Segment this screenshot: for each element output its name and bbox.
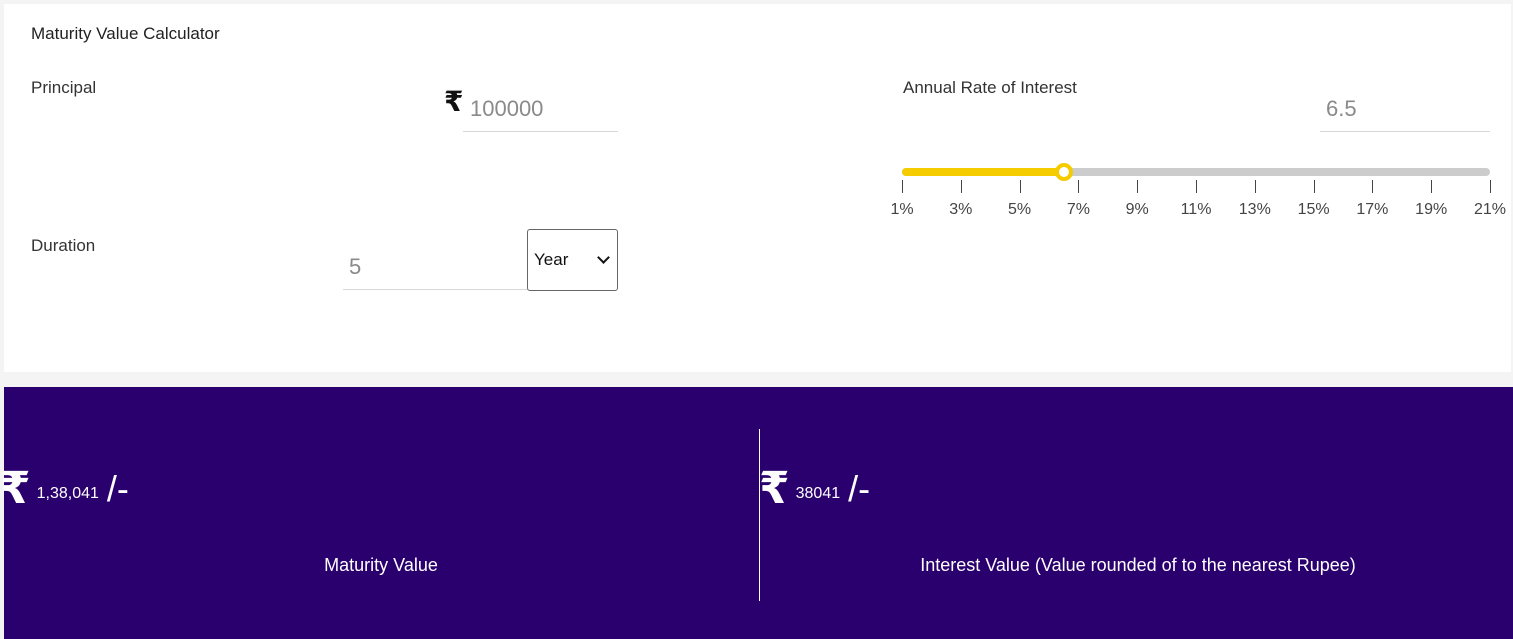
interest-value: 38041 — [795, 485, 841, 502]
slider-tick-label: 11% — [1180, 201, 1212, 218]
slider-tick — [1196, 180, 1197, 193]
slider-tick — [1019, 180, 1021, 193]
slider-tick — [960, 180, 962, 193]
slider-tick-label: 13% — [1238, 201, 1271, 218]
duration-unit-value: Year — [534, 250, 569, 269]
slider-tick-label: 15% — [1297, 201, 1330, 218]
duration-unit-select[interactable]: Year — [527, 229, 618, 291]
rate-label: Annual Rate of Interest — [903, 78, 1077, 97]
rupee-icon: ₹ — [444, 86, 464, 117]
maturity-label: Maturity Value — [324, 555, 438, 575]
slider-tick — [902, 180, 903, 193]
results-panel: ₹ 1,38,041 /- Maturity Value ₹ 38041 /- … — [0, 387, 1513, 639]
slider-tick-label: 17% — [1356, 201, 1389, 218]
slider-tick-label: 7% — [1066, 201, 1090, 218]
slider-tick — [1490, 180, 1491, 193]
chevron-down-icon — [597, 251, 610, 264]
calculator-card: Maturity Value Calculator Principal ₹ Du… — [4, 4, 1511, 372]
rate-input[interactable] — [1320, 86, 1490, 132]
slider-tick — [1431, 180, 1433, 193]
slider-tick — [1372, 180, 1374, 193]
duration-label: Duration — [31, 236, 96, 255]
duration-input[interactable] — [343, 244, 529, 290]
slider-fill — [902, 168, 1064, 176]
principal-input[interactable] — [463, 86, 618, 132]
slider-tick — [1254, 180, 1256, 193]
maturity-value: 1,38,041 — [36, 485, 99, 502]
slider-thumb[interactable] — [1054, 163, 1073, 181]
maturity-amount: ₹ 1,38,041 /- — [0, 467, 129, 511]
interest-amount: ₹ 38041 /- — [759, 467, 870, 511]
rate-slider[interactable]: 1% 3% 5% 7% 9% 11% 13% 15% 17% 19% 21% — [890, 163, 1506, 224]
slider-tick — [1313, 180, 1315, 193]
slider-tick-label: 9% — [1125, 201, 1149, 218]
slider-tick-label: 5% — [1008, 201, 1032, 218]
results-divider — [759, 429, 760, 601]
slider-tick-label: 3% — [949, 201, 973, 218]
slider-tick-label: 1% — [890, 201, 914, 218]
slider-tick — [1137, 180, 1139, 193]
slider-tick-label: 21% — [1473, 201, 1507, 218]
rupee-icon: ₹ — [759, 464, 790, 513]
slider-tick — [1078, 180, 1080, 193]
amount-suffix: /- — [106, 468, 129, 509]
rupee-icon: ₹ — [0, 464, 31, 513]
interest-label: Interest Value (Value rounded of to the … — [920, 555, 1356, 575]
page-title: Maturity Value Calculator — [31, 24, 220, 43]
slider-tick-label: 19% — [1415, 201, 1448, 218]
principal-label: Principal — [31, 78, 97, 97]
amount-suffix: /- — [848, 468, 871, 509]
